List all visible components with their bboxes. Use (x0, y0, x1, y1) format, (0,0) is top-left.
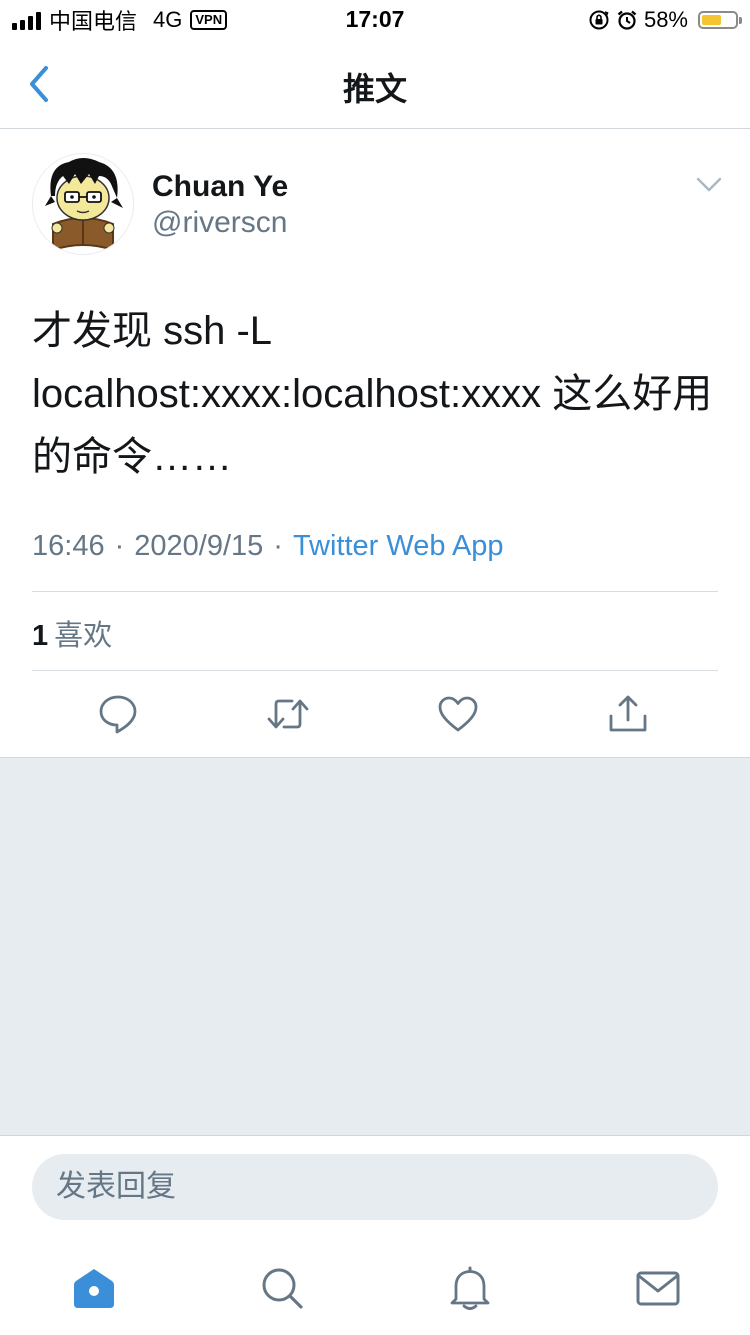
notifications-icon[interactable] (446, 1264, 494, 1312)
status-bar: 中国电信 4G VPN 17:07 58% (0, 0, 750, 40)
status-right: 58% (588, 6, 742, 34)
retweet-icon[interactable] (266, 692, 310, 736)
like-icon[interactable] (436, 692, 480, 736)
likes-label: 喜欢 (54, 620, 113, 652)
likes-count: 1 (32, 620, 49, 652)
divider (32, 591, 718, 592)
divider (32, 670, 718, 671)
meta-separator: · (114, 530, 125, 562)
avatar[interactable] (32, 153, 134, 255)
author-handle[interactable]: @riverscn (152, 206, 287, 240)
chevron-down-icon[interactable] (696, 176, 722, 194)
author-name[interactable]: Chuan Ye (152, 170, 288, 204)
home-icon[interactable] (70, 1264, 118, 1312)
alarm-icon (617, 10, 637, 30)
search-icon[interactable] (258, 1264, 306, 1312)
battery-fill (702, 15, 721, 25)
battery-percent: 58% (643, 7, 688, 32)
reply-icon[interactable] (96, 692, 140, 736)
reply-input[interactable] (32, 1154, 718, 1220)
share-icon[interactable] (606, 692, 650, 736)
rotation-lock-icon (589, 10, 609, 30)
navigation-bar: 推文 (0, 40, 750, 129)
likes-stat[interactable]: 1 喜欢 (32, 612, 112, 654)
tweet-text: 才发现 ssh -L localhost:xxxx:localhost:xxxx… (32, 309, 713, 479)
tweet-date: 2020/9/15 (134, 530, 264, 562)
tweet-time: 16:46 (32, 530, 105, 562)
messages-icon[interactable] (634, 1264, 682, 1312)
battery-icon (698, 11, 742, 29)
empty-replies-area (0, 757, 750, 1136)
tweet-meta: 16:46 · 2020/9/15 · Twitter Web App (32, 530, 504, 563)
tweet-source-link[interactable]: Twitter Web App (293, 530, 504, 562)
avatar-illustration (33, 154, 133, 254)
bottom-bar (0, 1135, 750, 1335)
page-title: 推文 (342, 71, 407, 107)
meta-separator: · (273, 530, 283, 562)
